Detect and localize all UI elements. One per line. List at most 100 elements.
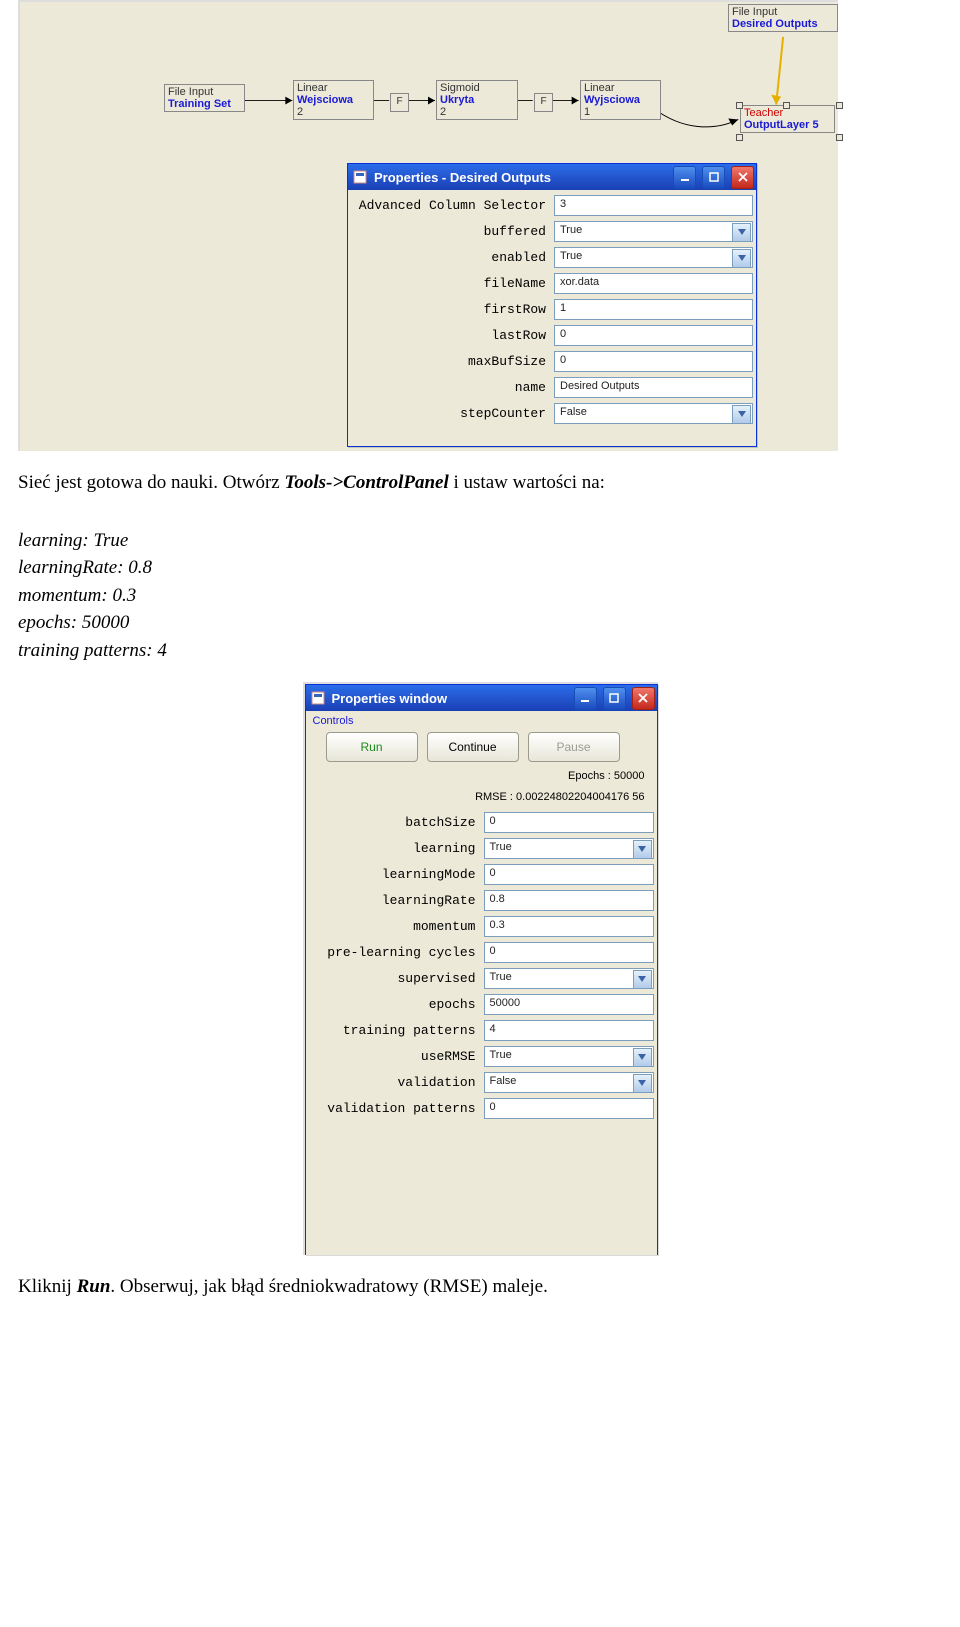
selection-handle <box>836 102 843 109</box>
property-value-wrap: 0.3 <box>484 916 654 937</box>
property-row: nameDesired Outputs <box>351 374 753 400</box>
properties-body: batchSize0learningTruelearningMode0learn… <box>306 807 657 1123</box>
node-label: Linear <box>297 82 370 94</box>
property-value-wrap: 50000 <box>484 994 654 1015</box>
property-value-wrap: 0 <box>484 812 654 833</box>
continue-button[interactable]: Continue <box>427 732 519 762</box>
property-label: learning <box>309 841 484 856</box>
node-sub: 2 <box>297 106 370 118</box>
property-dropdown[interactable]: True <box>554 247 753 268</box>
property-dropdown[interactable]: True <box>484 1046 654 1067</box>
property-dropdown[interactable]: False <box>484 1072 654 1093</box>
node-title: Training Set <box>168 98 241 110</box>
property-textfield[interactable]: xor.data <box>554 273 753 294</box>
property-row: training patterns4 <box>309 1017 654 1043</box>
param-line: epochs: 50000 <box>18 609 942 637</box>
property-textfield[interactable]: 0 <box>554 325 753 346</box>
text: . Obserwuj, jak błąd średniokwadratowy (… <box>110 1276 547 1297</box>
property-dropdown[interactable]: True <box>484 838 654 859</box>
property-textfield[interactable]: 50000 <box>484 994 654 1015</box>
property-row: firstRow1 <box>351 296 753 322</box>
node-sub: 2 <box>440 106 514 118</box>
node-label: File Input <box>732 6 834 18</box>
maximize-button[interactable] <box>702 166 725 189</box>
property-textfield[interactable]: 0 <box>484 1098 654 1119</box>
node-label: Sigmoid <box>440 82 514 94</box>
property-value-wrap: True <box>554 221 753 242</box>
f-box-1[interactable]: F <box>390 93 409 112</box>
property-textfield[interactable]: 0.8 <box>484 890 654 911</box>
selection-handle <box>783 102 790 109</box>
property-value-wrap: 0 <box>484 864 654 885</box>
chevron-down-icon[interactable] <box>633 840 652 859</box>
property-textfield[interactable]: 0.3 <box>484 916 654 937</box>
property-dropdown[interactable]: False <box>554 403 753 424</box>
node-teacher[interactable]: Teacher OutputLayer 5 <box>740 105 835 133</box>
property-dropdown[interactable]: True <box>554 221 753 242</box>
node-ukryta[interactable]: Sigmoid Ukryta 2 <box>436 80 518 120</box>
property-textfield[interactable]: 0 <box>484 864 654 885</box>
selection-handle <box>836 134 843 141</box>
chevron-down-icon[interactable] <box>732 223 751 242</box>
property-value-wrap: True <box>554 247 753 268</box>
paragraph-2: Kliknij Run. Obserwuj, jak błąd średniok… <box>18 1273 942 1301</box>
node-label: Linear <box>584 82 657 94</box>
properties-window[interactable]: Properties window Controls Run Continu <box>305 684 658 1255</box>
property-textfield[interactable]: 3 <box>554 195 753 216</box>
properties-dialog-desired-outputs[interactable]: Properties - Desired Outputs Advanced Co… <box>347 163 757 447</box>
node-title: OutputLayer 5 <box>744 119 831 131</box>
param-line: learning: True <box>18 527 942 555</box>
properties-window-screenshot: Properties window Controls Run Continu <box>303 682 658 1255</box>
chevron-down-icon[interactable] <box>633 970 652 989</box>
property-row: lastRow0 <box>351 322 753 348</box>
chevron-down-icon[interactable] <box>732 249 751 268</box>
node-wejsciowa[interactable]: Linear Wejsciowa 2 <box>293 80 374 120</box>
close-button[interactable] <box>632 687 655 710</box>
property-textfield[interactable]: 4 <box>484 1020 654 1041</box>
minimize-button[interactable] <box>673 166 696 189</box>
property-row: validation patterns0 <box>309 1095 654 1121</box>
property-row: bufferedTrue <box>351 218 753 244</box>
chevron-down-icon[interactable] <box>633 1048 652 1067</box>
property-row: stepCounterFalse <box>351 400 753 426</box>
property-value-wrap: 0 <box>554 351 753 372</box>
property-label: firstRow <box>351 302 554 317</box>
run-button[interactable]: Run <box>326 732 418 762</box>
text: i ustaw wartości na: <box>449 472 605 493</box>
property-value-wrap: 4 <box>484 1020 654 1041</box>
control-buttons: Run Continue Pause <box>306 727 657 765</box>
property-row: validationFalse <box>309 1069 654 1095</box>
chevron-down-icon[interactable] <box>633 1074 652 1093</box>
menu-path: Tools->ControlPanel <box>284 472 448 493</box>
property-label: learningMode <box>309 867 484 882</box>
property-row: learningRate0.8 <box>309 887 654 913</box>
property-textfield[interactable]: 1 <box>554 299 753 320</box>
selection-handle <box>736 102 743 109</box>
node-title: Desired Outputs <box>732 18 834 30</box>
node-desired-outputs[interactable]: File Input Desired Outputs <box>728 4 838 32</box>
node-training-set[interactable]: File Input Training Set <box>164 84 245 112</box>
property-dropdown[interactable]: True <box>484 968 654 989</box>
property-value-wrap: False <box>484 1072 654 1093</box>
run-mention: Run <box>77 1276 111 1297</box>
close-button[interactable] <box>731 166 754 189</box>
param-line: learningRate: 0.8 <box>18 554 942 582</box>
property-value-wrap: 0 <box>554 325 753 346</box>
minimize-button[interactable] <box>574 687 597 710</box>
property-textfield[interactable]: 0 <box>554 351 753 372</box>
text: Kliknij <box>18 1276 77 1297</box>
pause-button[interactable]: Pause <box>528 732 620 762</box>
property-textfield[interactable]: Desired Outputs <box>554 377 753 398</box>
chevron-down-icon[interactable] <box>732 405 751 424</box>
maximize-button[interactable] <box>603 687 626 710</box>
property-row: momentum0.3 <box>309 913 654 939</box>
titlebar[interactable]: Properties window <box>306 685 657 711</box>
property-row: epochs50000 <box>309 991 654 1017</box>
property-textfield[interactable]: 0 <box>484 942 654 963</box>
node-wyjsciowa[interactable]: Linear Wyjsciowa 1 <box>580 80 661 120</box>
rmse-readout: RMSE : 0.00224802204004176 56 <box>306 786 657 807</box>
f-box-2[interactable]: F <box>534 93 553 112</box>
titlebar[interactable]: Properties - Desired Outputs <box>348 164 756 190</box>
property-textfield[interactable]: 0 <box>484 812 654 833</box>
property-value-wrap: 3 <box>554 195 753 216</box>
